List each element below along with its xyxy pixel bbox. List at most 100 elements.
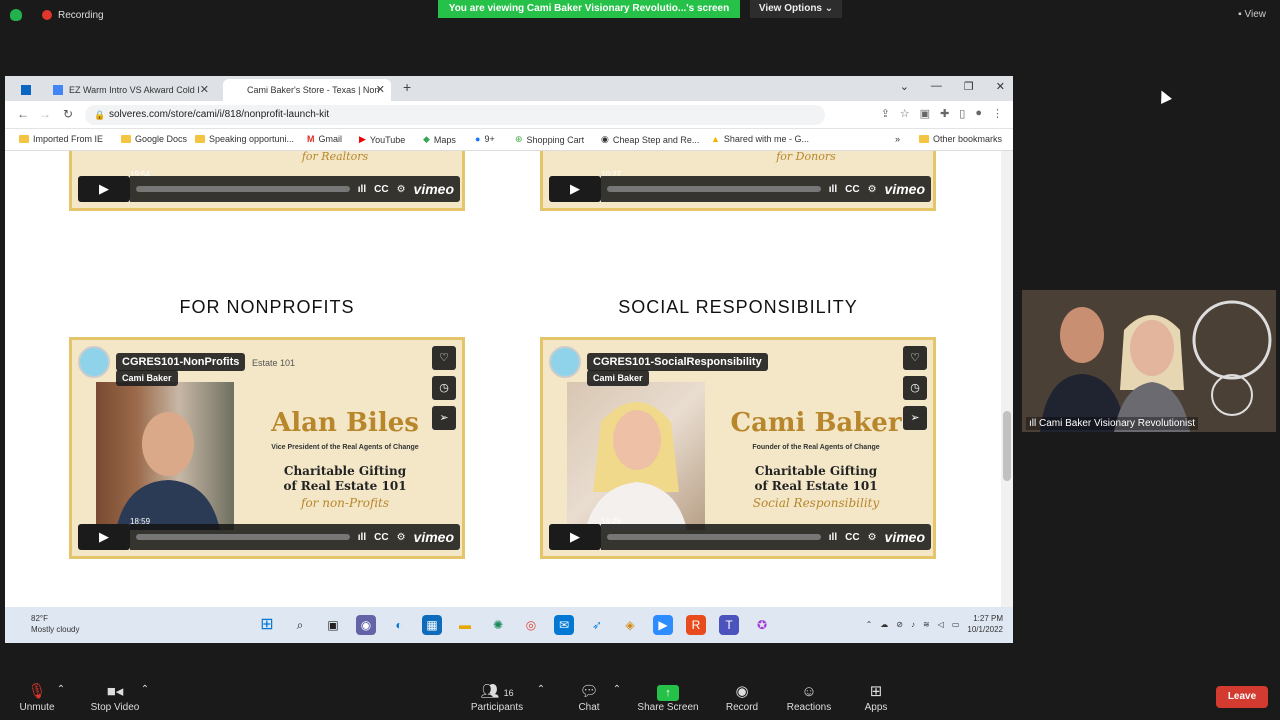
settings-icon[interactable]: ✺ xyxy=(488,615,508,635)
volume-icon[interactable]: ıll xyxy=(358,532,366,543)
play-button[interactable]: ▶ xyxy=(78,524,130,550)
page-scrollbar[interactable] xyxy=(1001,151,1013,607)
taskbar-clock[interactable]: 1:27 PM 10/1/2022 xyxy=(967,613,1003,635)
close-icon[interactable]: ✕ xyxy=(376,79,385,101)
battery-icon[interactable]: ▭ xyxy=(952,620,960,629)
progress-track[interactable] xyxy=(136,186,350,192)
zoom-icon[interactable]: ▶ xyxy=(653,615,673,635)
reload-icon[interactable]: ↻ xyxy=(63,107,73,121)
avatar[interactable] xyxy=(549,346,581,378)
weather-widget[interactable]: 82°F Mostly cloudy xyxy=(31,613,79,635)
edge-icon[interactable]: ◐ xyxy=(389,615,409,635)
cc-button[interactable]: CC xyxy=(374,532,388,543)
reactions-button[interactable]: ☺ Reactions xyxy=(774,682,844,713)
play-button[interactable]: ▶ xyxy=(78,176,130,202)
url-input[interactable]: 🔒 solveres.com/store/cami/i/818/nonprofit… xyxy=(85,105,825,125)
close-icon[interactable]: ✕ xyxy=(200,79,209,101)
cloud-icon[interactable]: ☁ xyxy=(880,620,888,629)
bookmark-speaking[interactable]: Speaking opportuni... xyxy=(195,134,294,144)
puzzle-icon[interactable]: ✚ xyxy=(940,107,949,120)
chrome-icon[interactable]: ◎ xyxy=(521,615,541,635)
participants-options-chevron[interactable]: ⌃ xyxy=(534,684,548,695)
play-button[interactable]: ▶ xyxy=(549,524,601,550)
vimeo-logo[interactable]: vimeo xyxy=(885,181,925,197)
star-icon[interactable]: ☆ xyxy=(900,107,910,120)
cc-button[interactable]: CC xyxy=(845,532,859,543)
messenger-icon[interactable]: ✪ xyxy=(752,615,772,635)
clock-icon[interactable]: ◷ xyxy=(432,376,456,400)
video-author[interactable]: Cami Baker xyxy=(116,370,178,386)
chat-options-chevron[interactable]: ⌃ xyxy=(610,684,624,695)
gear-icon[interactable]: ⚙ xyxy=(868,184,877,195)
bookmark-google-docs[interactable]: Google Docs xyxy=(121,134,187,144)
browser-icon[interactable]: ➶ xyxy=(587,615,607,635)
leave-button[interactable]: Leave xyxy=(1216,686,1268,708)
gear-icon[interactable]: ⚙ xyxy=(397,532,406,543)
video-title[interactable]: CGRES101-SocialResponsibility xyxy=(587,353,768,371)
video-options-chevron[interactable]: ⌃ xyxy=(138,684,152,695)
teams-icon[interactable]: T xyxy=(719,615,739,635)
wifi-icon[interactable]: ≋ xyxy=(923,620,930,629)
new-tab-button[interactable]: + xyxy=(403,79,411,95)
speaker-icon[interactable]: ◁ xyxy=(938,620,944,629)
linkedin-tab[interactable] xyxy=(13,79,37,101)
video-author[interactable]: Cami Baker xyxy=(587,370,649,386)
progress-track[interactable] xyxy=(607,534,821,540)
video-player-realtors[interactable]: for Realtors 19:54 ▶ ıll CC ⚙ vimeo xyxy=(69,151,465,211)
video-player-donors[interactable]: for Donors 10:27 ▶ ıll CC ⚙ vimeo xyxy=(540,151,936,211)
avatar[interactable] xyxy=(78,346,110,378)
play-button[interactable]: ▶ xyxy=(549,176,601,202)
tab-cami-baker-store[interactable]: Cami Baker's Store - Texas | Non ✕ xyxy=(223,79,391,101)
participants-button[interactable]: 👥︎ 16 Participants xyxy=(462,682,532,713)
back-icon[interactable]: ← xyxy=(17,107,29,121)
bookmark-imported[interactable]: Imported From IE xyxy=(19,134,103,144)
profile-avatar-icon[interactable]: ● xyxy=(975,107,982,120)
restore-icon[interactable]: ❐ xyxy=(964,80,974,93)
menu-icon[interactable]: ⋮ xyxy=(992,107,1003,120)
gear-icon[interactable]: ⚙ xyxy=(397,184,406,195)
vimeo-logo[interactable]: vimeo xyxy=(414,529,454,545)
mic-icon[interactable]: ♪ xyxy=(911,620,915,629)
bookmark-facebook[interactable]: ● 9+ xyxy=(475,134,495,144)
progress-track[interactable] xyxy=(607,186,821,192)
vimeo-logo[interactable]: vimeo xyxy=(414,181,454,197)
app-r-icon[interactable]: R xyxy=(686,615,706,635)
search-icon[interactable]: ⌕ xyxy=(290,615,310,635)
share-icon[interactable]: ⇪ xyxy=(881,107,890,120)
bookmark-shopping-cart[interactable]: ⊕ Shopping Cart xyxy=(515,134,584,145)
vimeo-logo[interactable]: vimeo xyxy=(885,529,925,545)
tab-ez-warm-intro[interactable]: EZ Warm Intro VS Akward Cold I ✕ xyxy=(45,79,215,101)
bookmark-cheap-step[interactable]: ◉ Cheap Step and Re... xyxy=(601,134,699,145)
heart-icon[interactable]: ♡ xyxy=(903,346,927,370)
mail-icon[interactable]: ✉ xyxy=(554,615,574,635)
task-view-icon[interactable]: ▣ xyxy=(323,615,343,635)
close-window-icon[interactable]: ✕ xyxy=(996,80,1005,93)
volume-icon[interactable]: ıll xyxy=(829,184,837,195)
progress-track[interactable] xyxy=(136,534,350,540)
participant-video-thumbnail[interactable]: ıll Cami Baker Visionary Revolutionist xyxy=(1022,290,1276,432)
view-options-button[interactable]: View Options ⌄ xyxy=(750,0,842,18)
windows-start-icon[interactable]: ⊞ xyxy=(257,615,277,635)
audio-options-chevron[interactable]: ⌃ xyxy=(54,684,68,695)
forward-icon[interactable]: → xyxy=(39,107,51,121)
app-icon[interactable]: ◈ xyxy=(620,615,640,635)
record-button[interactable]: ◉ Record xyxy=(707,682,777,713)
gear-icon[interactable]: ⚙ xyxy=(868,532,877,543)
minimize-icon[interactable]: — xyxy=(931,80,942,93)
cc-button[interactable]: CC xyxy=(845,184,859,195)
store-icon[interactable]: ▦ xyxy=(422,615,442,635)
bookmark-youtube[interactable]: ▶ YouTube xyxy=(359,134,405,145)
share-screen-button[interactable]: ↑ Share Screen xyxy=(633,682,703,713)
file-explorer-icon[interactable]: ▬ xyxy=(455,615,475,635)
scrollbar-thumb[interactable] xyxy=(1003,411,1011,481)
bookmark-other[interactable]: Other bookmarks xyxy=(919,134,1002,144)
clock-icon[interactable]: ◷ xyxy=(903,376,927,400)
video-player-nonprofits[interactable]: CGRES101-NonProfits Cami Baker Estate 10… xyxy=(69,337,465,559)
chevron-up-icon[interactable]: ⌃ xyxy=(866,620,873,629)
tab-search-icon[interactable]: ⌄ xyxy=(900,80,909,93)
bookmark-gmail[interactable]: M Gmail xyxy=(307,134,342,144)
camera-off-icon[interactable]: ⊘ xyxy=(896,620,903,629)
chat-teams-icon[interactable]: ◉ xyxy=(356,615,376,635)
video-player-social-responsibility[interactable]: CGRES101-SocialResponsibility Cami Baker… xyxy=(540,337,936,559)
video-title[interactable]: CGRES101-NonProfits xyxy=(116,353,246,371)
